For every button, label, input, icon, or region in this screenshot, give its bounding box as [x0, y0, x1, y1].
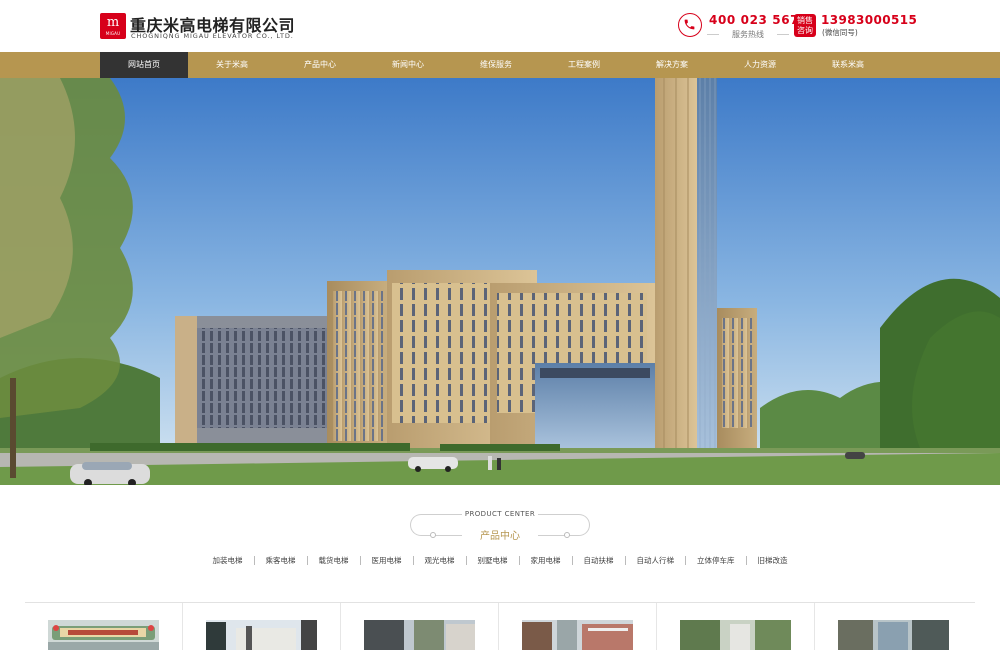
- building-image: [206, 620, 317, 650]
- site-header: m MIGAU 重庆米高电梯有限公司 CHOGNIQNG MIGAU ELEVA…: [0, 0, 1000, 52]
- product-thumbnail[interactable]: [522, 620, 633, 650]
- product-card[interactable]: [657, 603, 815, 650]
- nav-item-solutions[interactable]: 解决方案: [628, 52, 716, 78]
- main-navigation: 网站首页 关于米高 产品中心 新闻中心 维保服务 工程案例 解决方案 人力资源 …: [0, 52, 1000, 78]
- nav-item-products[interactable]: 产品中心: [276, 52, 364, 78]
- category-sightseeing-elevator[interactable]: 观光电梯: [412, 556, 466, 565]
- category-moving-walkway[interactable]: 自动人行梯: [624, 556, 686, 565]
- product-card[interactable]: [183, 603, 341, 650]
- hero-banner-illustration: [0, 78, 1000, 485]
- product-thumbnail[interactable]: [48, 620, 159, 650]
- hotline-label: 服务热线: [707, 29, 789, 40]
- category-villa-elevator[interactable]: 别墅电梯: [465, 556, 519, 565]
- nav-item-about[interactable]: 关于米高: [188, 52, 276, 78]
- category-home-elevator[interactable]: 家用电梯: [518, 556, 572, 565]
- company-logo-icon[interactable]: m MIGAU: [100, 13, 126, 39]
- building-image: [838, 620, 949, 650]
- product-center-heading: PRODUCT CENTER 产品中心: [410, 508, 590, 542]
- category-escalator[interactable]: 自动扶梯: [571, 556, 625, 565]
- sales-badge-line1: 销售: [797, 15, 813, 25]
- hero-banner[interactable]: [0, 78, 1000, 485]
- sales-consult-badge: 销售 咨询: [794, 14, 816, 37]
- nav-item-cases[interactable]: 工程案例: [540, 52, 628, 78]
- product-thumbnail[interactable]: [206, 620, 317, 650]
- product-category-list: 加装电梯 乘客电梯 载货电梯 医用电梯 观光电梯 别墅电梯 家用电梯 自动扶梯 …: [0, 556, 1000, 565]
- category-medical-elevator[interactable]: 医用电梯: [359, 556, 413, 565]
- category-freight-elevator[interactable]: 载货电梯: [306, 556, 360, 565]
- nav-item-contact[interactable]: 联系米高: [804, 52, 892, 78]
- sales-wechat-note: (微信同号): [822, 28, 858, 37]
- logo-letter: m: [106, 15, 120, 30]
- nav-item-maintenance[interactable]: 维保服务: [452, 52, 540, 78]
- building-image: [364, 620, 475, 650]
- product-card[interactable]: [815, 603, 973, 650]
- sales-phone-number[interactable]: 13983000515: [821, 13, 917, 27]
- product-card[interactable]: [499, 603, 657, 650]
- nav-item-home[interactable]: 网站首页: [100, 52, 188, 78]
- product-card-row: [25, 603, 975, 650]
- phone-icon: [678, 13, 702, 37]
- category-elevator-renovation[interactable]: 旧梯改造: [745, 556, 799, 565]
- product-thumbnail[interactable]: [680, 620, 791, 650]
- product-center-title-en: PRODUCT CENTER: [464, 510, 536, 518]
- product-thumbnail[interactable]: [364, 620, 475, 650]
- storefront-image: [48, 620, 159, 650]
- building-image: [522, 620, 633, 650]
- nav-item-news[interactable]: 新闻中心: [364, 52, 452, 78]
- building-image: [680, 620, 791, 650]
- category-passenger-elevator[interactable]: 乘客电梯: [253, 556, 307, 565]
- product-thumbnail[interactable]: [838, 620, 949, 650]
- product-card[interactable]: [25, 603, 183, 650]
- nav-item-hr[interactable]: 人力资源: [716, 52, 804, 78]
- logo-subtext: MIGAU: [105, 31, 121, 36]
- nav-list: 网站首页 关于米高 产品中心 新闻中心 维保服务 工程案例 解决方案 人力资源 …: [100, 52, 892, 78]
- product-card[interactable]: [341, 603, 499, 650]
- company-name-english: CHOGNIQNG MIGAU ELEVATOR CO., LTD.: [131, 32, 294, 40]
- category-retrofit-elevator[interactable]: 加装电梯: [202, 556, 254, 565]
- category-parking-garage[interactable]: 立体停车库: [685, 556, 746, 565]
- sales-badge-line2: 咨询: [797, 25, 813, 35]
- product-center-title-cn: 产品中心: [480, 531, 520, 542]
